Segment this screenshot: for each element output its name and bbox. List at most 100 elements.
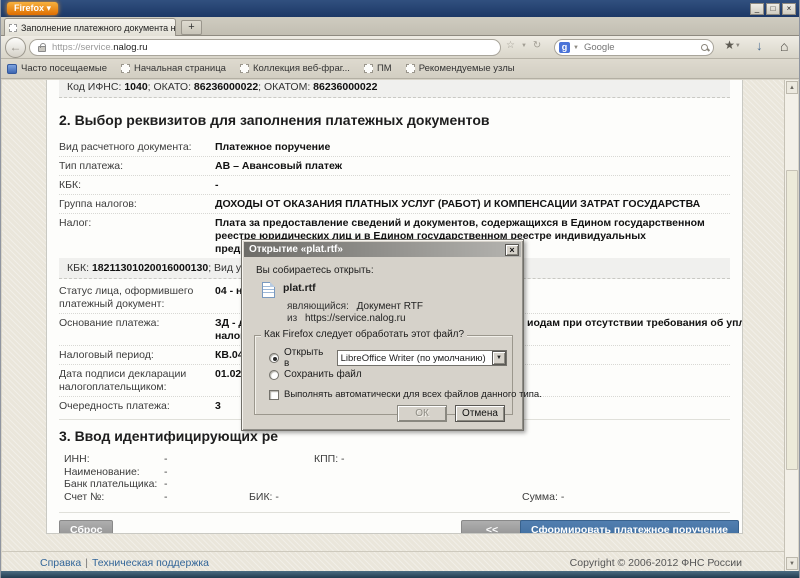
reset-button[interactable]: Сброс <box>59 520 113 534</box>
file-name: plat.rtf <box>283 282 316 294</box>
file-source-label: из <box>287 313 297 324</box>
url-scheme: https://service. <box>52 42 113 53</box>
row-label: Основание платежа: <box>59 317 215 343</box>
dialog-body: Вы собираетесь открыть: plat.rtf являющи… <box>242 257 523 415</box>
save-file-label: Сохранить файл <box>284 369 362 380</box>
bookmark-star-icon[interactable]: ☆ <box>506 40 515 52</box>
scroll-down-icon[interactable]: ▼ <box>786 557 798 570</box>
bookmark-label: ПМ <box>377 63 392 74</box>
auto-handle-checkbox[interactable] <box>269 390 279 400</box>
favicon-placeholder-icon <box>121 64 130 73</box>
firefox-menu-button[interactable]: Firefox ▾ <box>7 2 58 15</box>
auto-handle-option[interactable]: Выполнять автоматически для всех файлов … <box>269 389 542 400</box>
bookmark-label: Рекомендуемые узлы <box>419 63 515 74</box>
menu-caret-icon: ▾ <box>47 3 52 13</box>
cancel-button[interactable]: Отмена <box>455 405 505 422</box>
file-line: plat.rtf <box>256 282 513 298</box>
bookmark-frequently-visited[interactable]: Часто посещаемые <box>7 63 107 74</box>
page-scrollbar[interactable]: ▲ ▼ <box>784 80 798 571</box>
bookmarks-caret-icon: ▼ <box>735 43 741 49</box>
downloads-button[interactable]: ↓ <box>756 38 763 53</box>
close-button[interactable]: × <box>782 3 796 15</box>
favicon-placeholder-icon <box>240 64 249 73</box>
support-link[interactable]: Техническая поддержка <box>92 557 209 569</box>
section2-title: 2. Выбор реквизитов для заполнения плате… <box>59 112 730 128</box>
application-select[interactable]: LibreOffice Writer (по умолчанию) ▼ <box>337 350 507 366</box>
bookmark-label: Коллекция веб-фраг... <box>253 63 350 74</box>
reload-icon[interactable]: ↻ <box>533 40 541 52</box>
minimize-button[interactable]: _ <box>750 3 764 15</box>
file-source-line: из https://service.nalog.ru <box>287 313 513 324</box>
generate-payment-order-button[interactable]: Сформировать платежное поручение <box>520 520 739 534</box>
row-label: Тип платежа: <box>59 160 215 173</box>
row-label: Дата подписи декларации налогоплательщик… <box>59 368 215 394</box>
scrollbar-thumb[interactable] <box>786 170 798 470</box>
row-label: КБК: <box>59 179 215 192</box>
maximize-button[interactable]: □ <box>766 3 780 15</box>
account-value: - <box>164 491 168 503</box>
lock-icon <box>38 46 46 52</box>
detail-row: Тип платежа: АВ – Авансовый платеж <box>59 157 730 176</box>
page-buttons-row: Сброс << Назад Сформировать платежное по… <box>59 520 730 534</box>
dialog-title: Открытие «plat.rtf» <box>249 244 343 255</box>
search-magnifier-icon[interactable] <box>701 44 709 52</box>
url-bar[interactable]: https://service.nalog.ru <box>29 39 501 56</box>
save-file-radio[interactable] <box>269 370 279 380</box>
engine-dropdown-icon[interactable]: ▼ <box>573 45 579 51</box>
search-input[interactable] <box>582 41 701 54</box>
dialog-close-icon[interactable]: × <box>505 244 519 256</box>
bookmark-recommended-sites[interactable]: Рекомендуемые узлы <box>406 63 515 74</box>
file-open-dialog: Открытие «plat.rtf» × Вы собираетесь отк… <box>241 239 524 431</box>
dialog-intro-text: Вы собираетесь открыть: <box>256 265 513 276</box>
search-box[interactable]: g ▼ <box>554 39 714 56</box>
home-button[interactable]: ⌂ <box>780 38 788 54</box>
copyright-text: Copyright © 2006-2012 ФНС России <box>570 557 742 569</box>
bookmarks-menu-button[interactable]: ★▼ <box>719 38 746 52</box>
sum-value: Сумма: - <box>522 491 564 503</box>
account-label: Счет №: <box>64 491 104 503</box>
favicon-placeholder-icon <box>364 64 373 73</box>
detail-row: КБК: - <box>59 176 730 195</box>
help-link[interactable]: Справка <box>40 557 81 569</box>
row-value: ДОХОДЫ ОТ ОКАЗАНИЯ ПЛАТНЫХ УСЛУГ (РАБОТ)… <box>215 198 730 211</box>
application-selected-value: LibreOffice Writer (по умолчанию) <box>338 353 492 364</box>
history-dropdown-icon[interactable]: ▼ <box>521 40 527 52</box>
kpp-value: КПП: - <box>314 453 345 465</box>
file-type-line: являющийся: Документ RTF <box>287 301 513 312</box>
page-footer: Справка | Техническая поддержка Copyright … <box>2 551 798 571</box>
navigation-bar: ← https://service.nalog.ru ☆ ▼ ↻ g ▼ ★▼ … <box>1 36 799 59</box>
tab-title: Заполнение платежного документа на пе... <box>21 23 176 33</box>
auto-handle-label: Выполнять автоматически для всех файлов … <box>284 389 542 400</box>
rtf-document-icon <box>262 282 275 298</box>
tab-payment-document[interactable]: Заполнение платежного документа на пе... <box>4 18 176 36</box>
file-source-value: https://service.nalog.ru <box>305 313 406 324</box>
new-tab-button[interactable]: + <box>181 20 202 35</box>
detail-row: Группа налогов: ДОХОДЫ ОТ ОКАЗАНИЯ ПЛАТН… <box>59 195 730 214</box>
bookmark-start-page[interactable]: Начальная страница <box>121 63 226 74</box>
row-label: Вид расчетного документа: <box>59 141 215 154</box>
open-with-option[interactable]: Открыть в LibreOffice Writer (по умолчан… <box>269 347 507 369</box>
open-with-radio[interactable] <box>269 353 279 363</box>
file-type-value: Документ RTF <box>357 301 423 312</box>
dialog-title-bar[interactable]: Открытие «plat.rtf» × <box>244 242 521 257</box>
inn-label: ИНН: <box>64 453 90 465</box>
row-label: Налоговый период: <box>59 349 215 362</box>
back-step-button[interactable]: << Назад <box>461 520 523 534</box>
save-file-option[interactable]: Сохранить файл <box>269 369 362 380</box>
google-engine-icon[interactable]: g <box>559 42 570 53</box>
bookmark-pm[interactable]: ПМ <box>364 63 392 74</box>
combo-dropdown-icon[interactable]: ▼ <box>492 351 506 365</box>
ok-button[interactable]: ОК <box>397 405 447 422</box>
bik-value: БИК: - <box>249 491 279 503</box>
bookmark-label: Начальная страница <box>134 63 226 74</box>
back-button[interactable]: ← <box>5 37 26 58</box>
bookmark-web-collection[interactable]: Коллекция веб-фраг... <box>240 63 350 74</box>
open-with-label: Открыть в <box>284 347 329 369</box>
bank-label: Банк плательщика: <box>64 478 157 490</box>
detail-row: Вид расчетного документа: Платежное пору… <box>59 138 730 157</box>
url-domain: nalog.ru <box>113 42 147 53</box>
row-value: Платежное поручение <box>215 141 730 154</box>
scroll-up-icon[interactable]: ▲ <box>786 81 798 94</box>
row-label: Налог: <box>59 217 215 256</box>
footer-divider: | <box>85 557 88 569</box>
